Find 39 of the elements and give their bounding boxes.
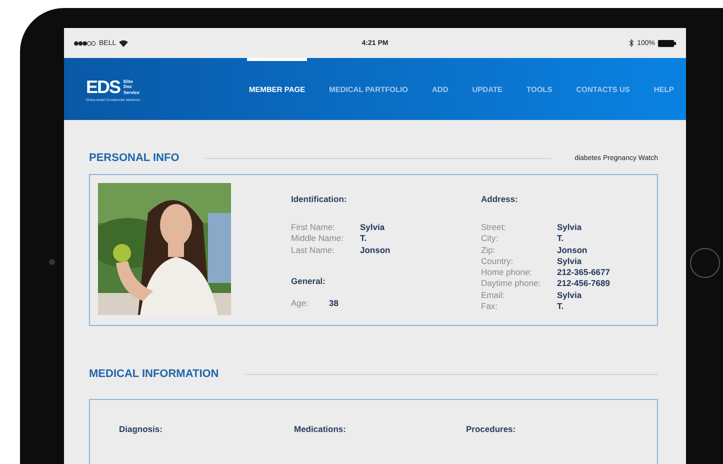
field-value: Sylvia	[557, 256, 583, 268]
column-heading: Medications:	[294, 424, 347, 436]
field-value: Sylvia	[557, 290, 583, 302]
camera-icon	[49, 259, 55, 265]
field-value: T.	[557, 301, 565, 312]
field-value: Sylvia	[360, 222, 386, 234]
field-value: T.	[360, 233, 368, 245]
field-value: T.	[557, 233, 565, 245]
section-title: MEDICAL INFORMATION	[89, 368, 219, 380]
wifi-icon	[119, 40, 128, 46]
battery-icon	[658, 40, 676, 46]
column-heading: Procedures:	[466, 424, 517, 436]
column-heading: Diagnosis:	[119, 424, 164, 436]
field-value: Jonson	[557, 244, 588, 256]
group-heading: Identification:	[291, 194, 348, 204]
field-value: Sylvia	[557, 222, 583, 234]
field-value: 212-365-6677	[557, 267, 610, 278]
field-label: Last Name:	[291, 244, 336, 256]
home-button[interactable]	[690, 248, 720, 278]
field-value: Jonson	[360, 244, 392, 256]
field-label: Middle Name:	[291, 233, 344, 245]
field-label: Age:	[291, 298, 310, 310]
signal-icon	[74, 40, 96, 46]
field-value: 212-456-7689	[557, 278, 610, 290]
group-heading: General:	[291, 276, 326, 286]
field-label: Home phone:	[481, 267, 534, 278]
bluetooth-icon	[629, 39, 634, 47]
group-heading: Address:	[481, 194, 519, 204]
field-label: First Name:	[291, 222, 336, 234]
field-label: Email:	[481, 290, 506, 302]
field-label: Daytime phone:	[481, 278, 542, 290]
field-value: 38	[329, 298, 340, 310]
field-label: Fax:	[481, 301, 499, 312]
section-title: PERSONAL INFO	[89, 152, 180, 164]
field-label: City:	[481, 233, 499, 245]
field-label: Zip:	[481, 244, 496, 256]
logo-mark: EDS	[86, 76, 121, 98]
field-label: Street:	[481, 222, 508, 234]
field-label: Country:	[481, 256, 514, 268]
